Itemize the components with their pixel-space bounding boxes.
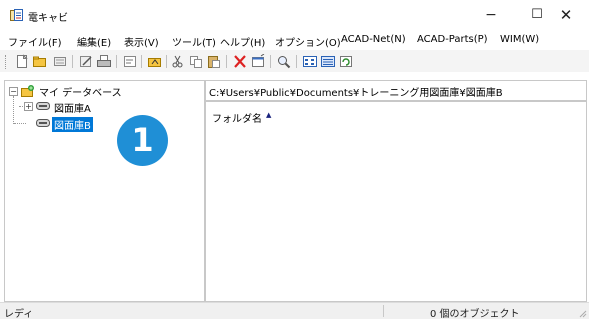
- resize-grip-icon[interactable]: [577, 308, 587, 318]
- toolbar-separator: [296, 55, 297, 68]
- view-small-icon[interactable]: [302, 54, 318, 69]
- search-icon[interactable]: [276, 54, 292, 69]
- toolbar-separator: [72, 55, 73, 68]
- path-bar: C:¥Users¥Public¥Documents¥トレーニング用図面庫¥図面庫…: [205, 80, 587, 101]
- view-details-icon[interactable]: [320, 54, 336, 69]
- menu-wim[interactable]: WIM(W): [500, 34, 539, 45]
- menu-bar: ファイル(F) 編集(E) 表示(V) ツール(T) ヘルプ(H) オプション(…: [0, 30, 589, 50]
- menu-view[interactable]: 表示(V): [124, 34, 159, 49]
- menu-edit[interactable]: 編集(E): [77, 34, 111, 49]
- toolbar-separator: [226, 55, 227, 68]
- menu-tools[interactable]: ツール(T): [172, 34, 216, 49]
- tree-root-label[interactable]: マイ データベース: [39, 84, 122, 99]
- file-list[interactable]: フォルダ名 ▲: [205, 101, 587, 302]
- menu-acad-net[interactable]: ACAD-Net(N): [341, 34, 406, 45]
- settings-icon[interactable]: [250, 54, 266, 69]
- toolbar-separator: [270, 55, 271, 68]
- tree-item-a[interactable]: 図面庫A: [54, 100, 91, 115]
- open-folder-icon[interactable]: [32, 54, 48, 69]
- toolbar-separator: [166, 55, 167, 68]
- refresh-icon[interactable]: [338, 54, 354, 69]
- status-bar: レディ 0 個のオブジェクト: [0, 302, 589, 320]
- folder-up-icon[interactable]: [147, 54, 163, 69]
- toolbar-separator: [116, 55, 117, 68]
- paste-icon[interactable]: [206, 54, 222, 69]
- current-path: C:¥Users¥Public¥Documents¥トレーニング用図面庫¥図面庫…: [209, 88, 503, 99]
- sort-ascending-icon: ▲: [266, 111, 272, 119]
- new-icon[interactable]: [14, 54, 30, 69]
- title-bar: 電キャビ − ☐ ✕: [0, 0, 589, 30]
- toolbar: [0, 50, 589, 72]
- toolbar-grip[interactable]: [5, 55, 8, 69]
- menu-acad-parts[interactable]: ACAD-Parts(P): [417, 34, 488, 45]
- step-badge: 1: [117, 115, 168, 166]
- print-icon[interactable]: [96, 54, 112, 69]
- cut-icon[interactable]: [170, 54, 186, 69]
- tree-guide-line: [14, 123, 26, 124]
- menu-file[interactable]: ファイル(F): [8, 34, 62, 49]
- tree-item-b-selected[interactable]: 図面庫B: [52, 117, 93, 132]
- toolbar-separator: [141, 55, 142, 68]
- app-icon[interactable]: [10, 9, 23, 22]
- copy-icon[interactable]: [188, 54, 204, 69]
- drawer-icon: [35, 100, 51, 115]
- delete-icon[interactable]: [232, 54, 248, 69]
- edit-icon[interactable]: [78, 54, 94, 69]
- column-header-folder-name[interactable]: フォルダ名: [212, 110, 262, 125]
- properties-icon[interactable]: [122, 54, 138, 69]
- minimize-button[interactable]: −: [468, 0, 514, 30]
- database-icon: [20, 84, 36, 101]
- collapse-icon[interactable]: −: [9, 87, 18, 96]
- menu-help[interactable]: ヘルプ(H): [220, 34, 265, 49]
- drawer-icon: [35, 117, 51, 132]
- main-window: 電キャビ − ☐ ✕ ファイル(F) 編集(E) 表示(V) ツール(T) ヘル…: [0, 0, 589, 320]
- menu-options[interactable]: オプション(O): [275, 34, 341, 49]
- close-button[interactable]: ✕: [543, 0, 589, 30]
- expand-icon[interactable]: +: [24, 102, 33, 111]
- list-icon[interactable]: [52, 54, 68, 69]
- status-divider: [383, 305, 384, 317]
- folder-tree[interactable]: − マイ データベース + 図面庫A 図面庫B: [4, 80, 205, 302]
- window-title: 電キャビ: [28, 13, 68, 24]
- tree-guide-line: [13, 96, 14, 124]
